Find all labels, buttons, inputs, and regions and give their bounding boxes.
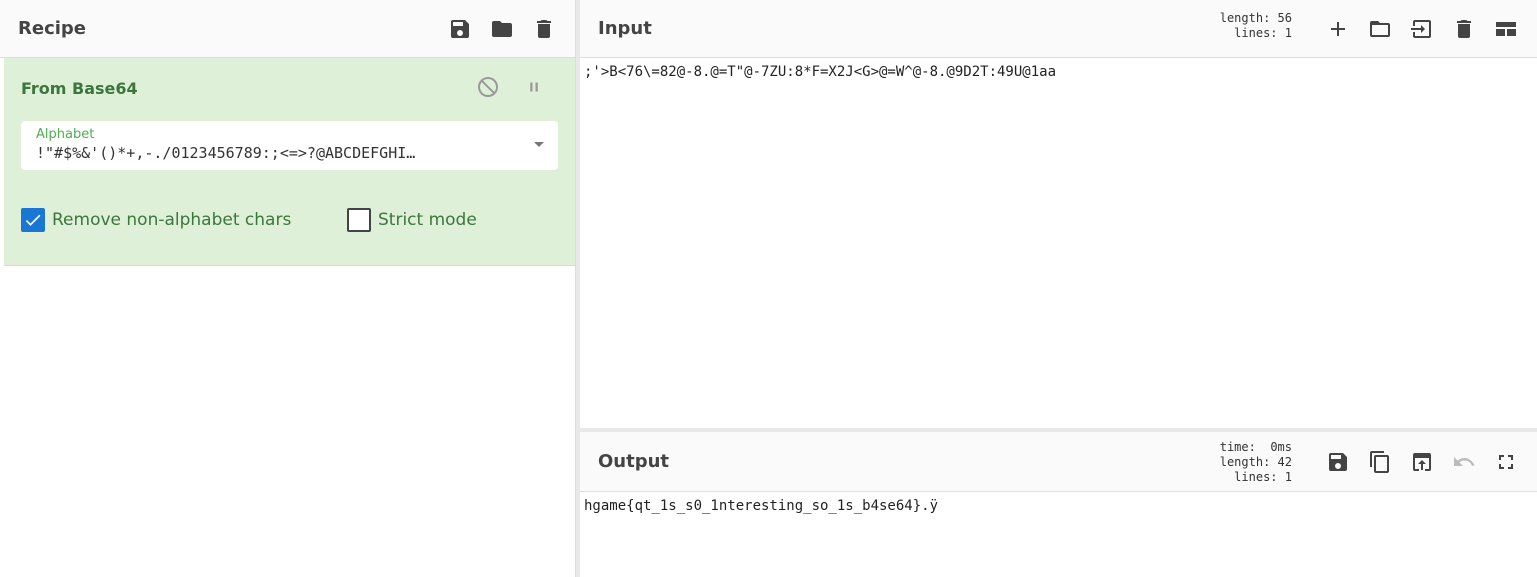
output-text[interactable]: hgame{qt_1s_s0_1nteresting_so_1s_b4se64}… bbox=[580, 492, 1537, 520]
save-icon[interactable] bbox=[447, 16, 473, 42]
checkbox-checked-icon[interactable] bbox=[21, 208, 45, 232]
operation-name: From Base64 bbox=[21, 79, 138, 98]
folder-icon[interactable] bbox=[489, 16, 515, 42]
input-title: Input bbox=[598, 18, 652, 39]
output-length: 42 bbox=[1277, 455, 1292, 469]
output-stats: time: 0ms length: 42 lines: 1 bbox=[1219, 440, 1292, 484]
alphabet-select[interactable]: Alphabet !"#$%&'()*+,-./0123456789:;<=>?… bbox=[21, 121, 558, 170]
replace-input-icon[interactable] bbox=[1409, 449, 1435, 475]
plus-icon[interactable] bbox=[1325, 16, 1351, 42]
input-lines: 1 bbox=[1284, 26, 1292, 40]
checkbox-unchecked-icon[interactable] bbox=[347, 208, 371, 232]
input-textarea[interactable]: ;'>B<76\=82@-8.@=T"@-7ZU:8*F=X2J<G>@=W^@… bbox=[580, 58, 1537, 428]
output-title: Output bbox=[598, 451, 670, 472]
recipe-panel: Recipe From Base64 Alphabet !"#$%&'()*+,… bbox=[0, 0, 576, 577]
remove-non-alphabet-checkbox[interactable]: Remove non-alphabet chars bbox=[21, 208, 291, 232]
trash-icon[interactable] bbox=[531, 16, 557, 42]
operation-from-base64[interactable]: From Base64 Alphabet !"#$%&'()*+,-./0123… bbox=[4, 58, 575, 266]
chevron-down-icon[interactable] bbox=[534, 142, 544, 147]
open-folder-icon[interactable] bbox=[1367, 16, 1393, 42]
io-panel: Input length: 56 lines: 1 ;'>B<76\=82@-8… bbox=[580, 0, 1537, 577]
undo-icon bbox=[1451, 449, 1477, 475]
output-header: Output time: 0ms length: 42 lines: 1 bbox=[580, 432, 1537, 492]
recipe-header: Recipe bbox=[0, 0, 575, 58]
trash-icon[interactable] bbox=[1451, 16, 1477, 42]
input-stats: length: 56 lines: 1 bbox=[1219, 11, 1292, 40]
strict-mode-checkbox[interactable]: Strict mode bbox=[347, 208, 477, 232]
pause-icon[interactable] bbox=[521, 74, 547, 100]
output-lines: 1 bbox=[1284, 470, 1292, 484]
alphabet-label: Alphabet bbox=[36, 127, 95, 142]
import-icon[interactable] bbox=[1409, 16, 1435, 42]
remove-label: Remove non-alphabet chars bbox=[52, 210, 292, 230]
recipe-title: Recipe bbox=[18, 18, 87, 39]
input-text[interactable]: ;'>B<76\=82@-8.@=T"@-7ZU:8*F=X2J<G>@=W^@… bbox=[580, 58, 1537, 86]
save-icon[interactable] bbox=[1325, 449, 1351, 475]
alphabet-value: !"#$%&'()*+,-./0123456789:;<=>?@ABCDEFGH… bbox=[36, 144, 416, 162]
input-length: 56 bbox=[1277, 11, 1292, 25]
strict-label: Strict mode bbox=[378, 210, 477, 230]
output-textarea[interactable]: hgame{qt_1s_s0_1nteresting_so_1s_b4se64}… bbox=[580, 492, 1537, 520]
output-time: 0ms bbox=[1270, 440, 1292, 454]
fullscreen-icon[interactable] bbox=[1493, 449, 1519, 475]
disable-icon[interactable] bbox=[475, 74, 501, 100]
layout-icon[interactable] bbox=[1493, 16, 1519, 42]
copy-icon[interactable] bbox=[1367, 449, 1393, 475]
input-header: Input length: 56 lines: 1 bbox=[580, 0, 1537, 58]
